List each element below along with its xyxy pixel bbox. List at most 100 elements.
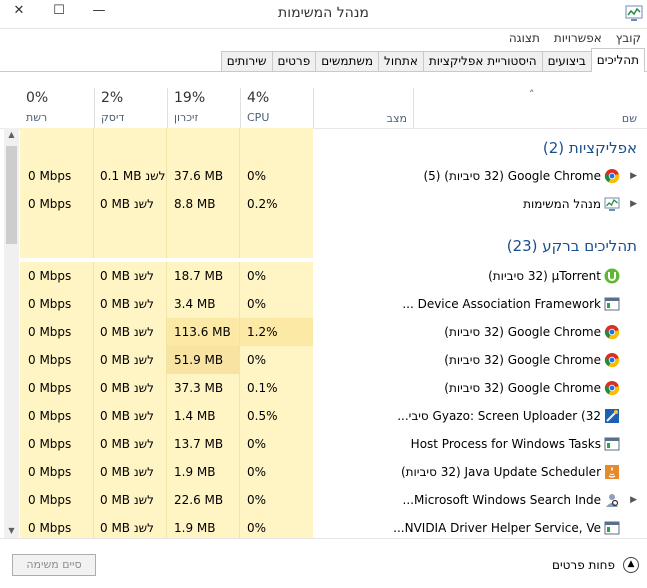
disk-value: 0 MB לשנ (94, 486, 167, 514)
utorrent-icon (604, 268, 620, 284)
cpu-value: 0.1% (240, 374, 313, 402)
network-label: רשת (26, 111, 48, 124)
menu-bar: קובץ אפשרויות תצוגה (0, 28, 647, 48)
column-disk[interactable]: 2% דיסק (94, 88, 167, 128)
expand-chevron-icon[interactable]: ▶ (630, 162, 637, 190)
cpu-value: 0% (240, 486, 313, 514)
memory-value: 113.6 MB (167, 318, 240, 346)
process-name: Device Association Framework ... (402, 297, 601, 311)
cpu-value: 0% (240, 162, 313, 190)
expand-chevron-icon[interactable]: ▶ (630, 486, 637, 514)
process-name: מנהל המשימות (523, 197, 601, 211)
scroll-down-arrow-icon[interactable]: ▼ (4, 524, 19, 538)
table-row[interactable]: 0 Mbps 0 MB לשנ 113.6 MB 1.2% Google Chr… (20, 318, 647, 346)
network-total: 0% (26, 90, 49, 106)
memory-value: 1.9 MB (167, 458, 240, 486)
table-row[interactable]: 0 Mbps 0 MB לשנ 13.7 MB 0% Host Process … (20, 430, 647, 458)
disk-value: 0 MB לשנ (94, 190, 167, 218)
chrome-icon (604, 353, 620, 368)
disk-total: 2% (101, 90, 124, 106)
network-value: 0 Mbps (20, 162, 94, 190)
table-row[interactable]: 0 Mbps 0 MB לשנ 8.8 MB 0.2% ▶ מנהל המשימ… (20, 190, 647, 218)
table-row[interactable]: 0 Mbps 0 MB לשנ 51.9 MB 0% Google Chrome… (20, 346, 647, 374)
scroll-thumb[interactable] (6, 146, 17, 244)
process-name: NVIDIA Driver Helper Service, Ve... (393, 521, 601, 535)
table-row[interactable]: 0 Mbps 0 MB לשנ 22.6 MB 0% ▶ Microsoft W… (20, 486, 647, 514)
table-row[interactable]: 0 Mbps 0 MB לשנ 18.7 MB 0% μTorrent (32 … (20, 262, 647, 290)
network-value: 0 Mbps (20, 374, 94, 402)
table-row[interactable]: 0 Mbps 0.1 MB לשנ 37.6 MB 0% ▶ Google Ch… (20, 162, 647, 190)
group-title: תהליכים ברקע (23) (506, 237, 637, 255)
process-name: Host Process for Windows Tasks (410, 437, 601, 451)
memory-value: 22.6 MB (167, 486, 240, 514)
tab-app-history[interactable]: היסטוריית אפליקציות (422, 51, 543, 71)
cpu-value: 0% (240, 430, 313, 458)
network-value: 0 Mbps (20, 430, 94, 458)
network-value: 0 Mbps (20, 318, 94, 346)
sort-ascending-icon: ˄ (529, 88, 535, 101)
table-row[interactable]: 0 Mbps 0 MB לשנ 3.4 MB 0% Device Associa… (20, 290, 647, 318)
disk-value: 0 MB לשנ (94, 318, 167, 346)
table-row[interactable]: 0 Mbps 0 MB לשנ 37.3 MB 0.1% Google Chro… (20, 374, 647, 402)
column-memory[interactable]: 19% זיכרון (167, 88, 240, 128)
service-window-icon (604, 521, 620, 535)
collapse-up-icon: ▲ (623, 557, 639, 573)
chrome-icon (604, 381, 620, 396)
vertical-scrollbar[interactable]: ▲ ▼ (4, 128, 19, 538)
task-manager-app-icon (625, 5, 643, 21)
column-status[interactable]: מצב (313, 88, 413, 128)
tab-services[interactable]: שירותים (220, 51, 273, 71)
expand-chevron-icon[interactable]: ▶ (630, 190, 637, 218)
tab-strip: תהליכים ביצועים היסטוריית אפליקציות אתחו… (0, 48, 647, 72)
process-name: Google Chrome (32 סיביות) (5) (423, 169, 601, 183)
menu-file[interactable]: קובץ (616, 31, 641, 45)
process-name: Microsoft Windows Search Inde... (402, 493, 601, 507)
java-icon (605, 465, 619, 479)
memory-value: 1.9 MB (167, 514, 240, 538)
process-name: Google Chrome (32 סיביות) (444, 381, 601, 395)
tab-performance[interactable]: ביצועים (541, 51, 592, 71)
network-value: 0 Mbps (20, 262, 94, 290)
service-window-icon (604, 297, 620, 311)
network-value: 0 Mbps (20, 346, 94, 374)
network-value: 0 Mbps (20, 402, 94, 430)
scroll-up-arrow-icon[interactable]: ▲ (4, 128, 19, 142)
table-row[interactable]: 0 Mbps 0 MB לשנ 1.9 MB 0% Java Update Sc… (20, 458, 647, 486)
cpu-value: 0% (240, 290, 313, 318)
menu-view[interactable]: תצוגה (509, 31, 540, 45)
process-name: Google Chrome (32 סיביות) (444, 325, 601, 339)
window-title: מנהל המשימות (278, 5, 369, 21)
disk-value: 0 MB לשנ (94, 346, 167, 374)
disk-value: 0 MB לשנ (94, 374, 167, 402)
column-cpu[interactable]: 4% CPU (240, 88, 313, 128)
memory-value: 13.7 MB (167, 430, 240, 458)
table-row[interactable]: 0 Mbps 0 MB לשנ 1.4 MB 0.5% Gyazo: Scree… (20, 402, 647, 430)
memory-value: 37.3 MB (167, 374, 240, 402)
fewer-details-label: פחות פרטים (552, 558, 615, 572)
cpu-label: CPU (247, 111, 270, 124)
group-title: אפליקציות (2) (542, 139, 637, 157)
end-task-button[interactable]: סיים משימה (12, 554, 96, 576)
name-label: שם (621, 112, 637, 125)
fewer-details-toggle[interactable]: ▲ פחות פרטים (552, 555, 639, 575)
disk-value: 0 MB לשנ (94, 514, 167, 538)
memory-value: 18.7 MB (167, 262, 240, 290)
tab-processes[interactable]: תהליכים (590, 48, 645, 72)
disk-value: 0 MB לשנ (94, 262, 167, 290)
menu-options[interactable]: אפשרויות (554, 31, 602, 45)
process-table: אפליקציות (2) 0 Mbps 0.1 MB לשנ 37.6 MB … (20, 128, 647, 538)
tab-users[interactable]: משתמשים (315, 51, 380, 71)
cpu-value: 1.2% (240, 318, 313, 346)
tab-startup[interactable]: אתחול (378, 51, 424, 71)
column-name[interactable]: ˄ שם (413, 88, 647, 128)
memory-value: 3.4 MB (167, 290, 240, 318)
status-label: מצב (386, 112, 407, 125)
tab-details[interactable]: פרטים (271, 51, 317, 71)
column-network[interactable]: 0% רשת (20, 88, 94, 128)
disk-label: דיסק (101, 111, 125, 124)
title-bar: ✕ ☐ — מנהל המשימות (0, 0, 647, 29)
table-row[interactable]: 0 Mbps 0 MB לשנ 1.9 MB 0% NVIDIA Driver … (20, 514, 647, 538)
column-header: 0% רשת 2% דיסק 19% זיכרון 4% CPU מצב ˄ ש… (0, 88, 647, 129)
network-value: 0 Mbps (20, 290, 94, 318)
footer-bar: סיים משימה ▲ פחות פרטים (0, 538, 647, 588)
